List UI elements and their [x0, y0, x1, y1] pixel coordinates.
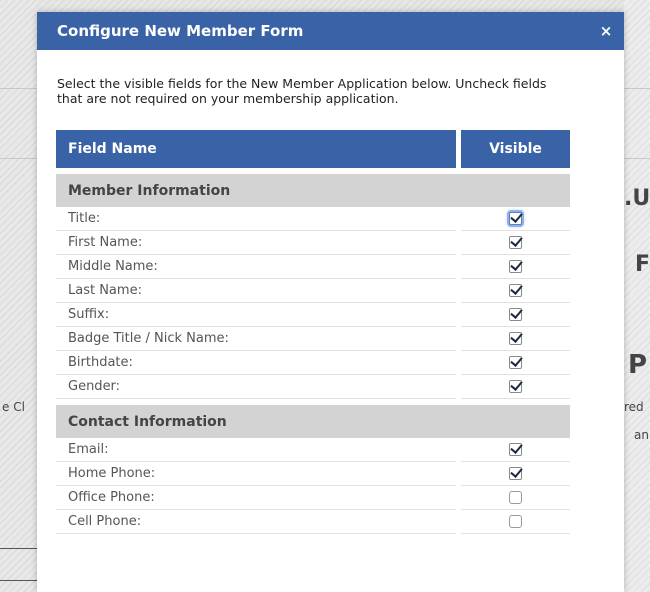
background-page-left: e Cl: [0, 0, 37, 592]
visible-checkbox[interactable]: [509, 467, 522, 480]
visible-checkbox[interactable]: [509, 260, 522, 273]
background-divider: [0, 88, 37, 89]
table-row: Home Phone:: [56, 462, 570, 486]
visible-cell: [461, 462, 570, 486]
visible-cell: [461, 486, 570, 510]
background-divider: [624, 88, 650, 89]
field-name-label: Birthdate:: [56, 351, 456, 375]
table-row: First Name:: [56, 231, 570, 255]
background-text: an: [634, 428, 649, 442]
field-name-label: Badge Title / Nick Name:: [56, 327, 456, 351]
visible-cell: [461, 255, 570, 279]
background-page-right: .U F P red an: [624, 0, 650, 592]
visible-cell: [461, 327, 570, 351]
column-header-visible: Visible: [461, 130, 570, 168]
table-row: Email:: [56, 438, 570, 462]
background-heading: .U: [624, 186, 650, 211]
background-divider: [0, 548, 37, 549]
field-name-label: Home Phone:: [56, 462, 456, 486]
field-name-label: Suffix:: [56, 303, 456, 327]
visible-checkbox[interactable]: [509, 332, 522, 345]
field-visibility-table: Field Name Visible Member Information Tit…: [56, 130, 570, 534]
field-name-label: Cell Phone:: [56, 510, 456, 534]
table-row: Last Name:: [56, 279, 570, 303]
field-name-label: Office Phone:: [56, 486, 456, 510]
background-divider: [624, 158, 650, 159]
column-header-field-name: Field Name: [56, 130, 456, 168]
visible-checkbox[interactable]: [509, 380, 522, 393]
visible-cell: [461, 351, 570, 375]
visible-checkbox[interactable]: [509, 443, 522, 456]
visible-cell: [461, 303, 570, 327]
visible-checkbox[interactable]: [509, 356, 522, 369]
dialog-title: Configure New Member Form: [57, 22, 304, 40]
section-header: Contact Information: [56, 405, 570, 438]
table-row: Office Phone:: [56, 486, 570, 510]
background-divider: [0, 580, 37, 581]
visible-checkbox[interactable]: [509, 491, 522, 504]
field-name-label: Middle Name:: [56, 255, 456, 279]
field-name-label: Email:: [56, 438, 456, 462]
table-row: Badge Title / Nick Name:: [56, 327, 570, 351]
visible-cell: [461, 279, 570, 303]
section-header: Member Information: [56, 174, 570, 207]
visible-checkbox[interactable]: [509, 236, 522, 249]
field-name-label: Last Name:: [56, 279, 456, 303]
visible-cell: [461, 375, 570, 399]
visible-checkbox[interactable]: [509, 308, 522, 321]
visible-checkbox[interactable]: [509, 515, 522, 528]
table-row: Cell Phone:: [56, 510, 570, 534]
visible-checkbox[interactable]: [509, 284, 522, 297]
field-name-label: First Name:: [56, 231, 456, 255]
visible-cell: [461, 510, 570, 534]
table-row: Gender:: [56, 375, 570, 399]
visible-cell: [461, 207, 570, 231]
dialog-header: Configure New Member Form ×: [37, 12, 624, 50]
background-divider: [0, 158, 37, 159]
field-name-label: Title:: [56, 207, 456, 231]
configure-member-form-dialog: Configure New Member Form × Select the v…: [37, 12, 624, 592]
table-row: Title:: [56, 207, 570, 231]
table-header-row: Field Name Visible: [56, 130, 570, 168]
visible-cell: [461, 231, 570, 255]
background-text: red: [624, 400, 644, 414]
table-row: Suffix:: [56, 303, 570, 327]
visible-cell: [461, 438, 570, 462]
close-icon[interactable]: ×: [598, 22, 614, 40]
table-row: Middle Name:: [56, 255, 570, 279]
background-text: e Cl: [2, 400, 25, 414]
table-body: Member Information Title: First Name: Middl…: [56, 174, 570, 534]
background-heading: F: [635, 252, 650, 277]
dialog-instructions: Select the visible fields for the New Me…: [57, 76, 547, 106]
table-row: Birthdate:: [56, 351, 570, 375]
field-name-label: Gender:: [56, 375, 456, 399]
background-heading: P: [628, 350, 648, 380]
visible-checkbox[interactable]: [509, 212, 522, 225]
